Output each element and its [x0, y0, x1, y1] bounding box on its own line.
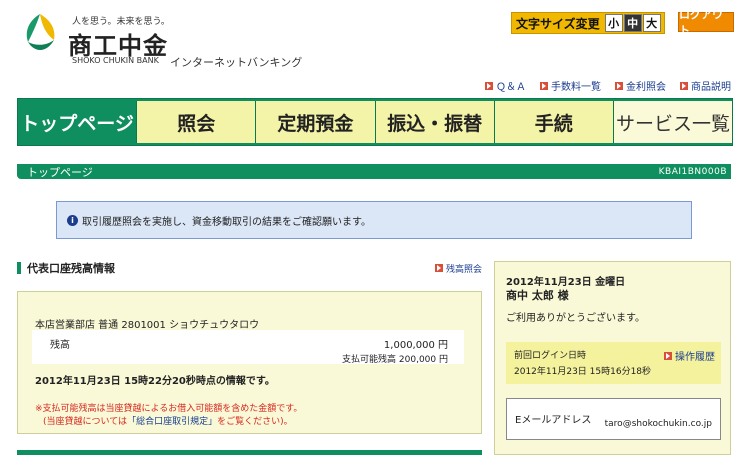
nav-tab-inquiry[interactable]: 照会 — [136, 101, 256, 143]
operation-history-label: 操作履歴 — [675, 352, 715, 363]
nav-tab-services[interactable]: サービス一覧 — [612, 101, 733, 143]
user-name: 商中 太郎 様 — [506, 289, 569, 302]
font-size-label: 文字サイズ変更 — [516, 16, 600, 31]
util-link-label: 手数料一覧 — [551, 82, 601, 93]
available-balance: 支払可能残高 200,000 円 — [342, 352, 448, 365]
account-balance-panel: 本店営業部店 普通 2801001 ショウチュウタロウ 残高 1,000,000… — [17, 291, 482, 434]
current-date: 2012年11月23日 金曜日 — [506, 277, 626, 288]
util-link-label: Ｑ＆Ａ — [496, 82, 526, 93]
account-section-header: 代表口座残高情報 残高照会 — [17, 259, 482, 277]
available-label: 支払可能残高 — [342, 355, 397, 365]
global-nav: トップページ 照会 定期預金 振込・振替 手続 サービス一覧 — [17, 98, 733, 146]
section-title: 代表口座残高情報 — [17, 260, 115, 276]
logo-mark-icon — [26, 14, 55, 50]
screen-id: KBAI1BN000B — [658, 166, 727, 177]
font-size-control: 文字サイズ変更 小 中 大 — [511, 12, 665, 34]
service-name: インターネットバンキング — [170, 56, 303, 69]
bank-logo: 人を思う。未来を思う。 商工中金 SHOKO CHUKIN BANK インターネ… — [20, 10, 320, 70]
bank-name-en: SHOKO CHUKIN BANK — [72, 56, 159, 65]
email-label: Eメールアドレス — [515, 415, 592, 426]
font-size-small-button[interactable]: 小 — [604, 14, 623, 32]
balance-box: 残高 1,000,000 円 支払可能残高 200,000 円 — [32, 330, 464, 365]
font-size-large-button[interactable]: 大 — [642, 14, 661, 32]
util-link-rates[interactable]: 金利照会 — [615, 78, 666, 93]
font-size-medium-button[interactable]: 中 — [623, 14, 642, 32]
last-login-value: 2012年11月23日 15時16分18秒 — [514, 367, 652, 377]
arrow-icon — [434, 264, 443, 272]
available-balance-note: ※支払可能残高は当座貸越によるお借入可能額を含めた金額です。 — [35, 404, 303, 414]
welcome-message: ご利用ありがとうございます。 — [506, 313, 645, 324]
arrow-icon — [540, 81, 548, 90]
arrow-icon — [485, 81, 493, 90]
email-box: Eメールアドレス taro@shokochukin.co.jp — [506, 398, 721, 440]
page-title: トップページ — [27, 165, 93, 179]
info-message-box: i 取引履歴照会を実施し、資金移動取引の結果をご確認願います。 — [56, 201, 692, 239]
operation-history-link[interactable]: 操作履歴 — [664, 348, 715, 363]
overdraft-note: (当座貸越については「総合口座取引規定」をご覧ください)。 — [43, 414, 293, 427]
util-link-label: 金利照会 — [626, 82, 666, 93]
util-link-qa[interactable]: Ｑ＆Ａ — [485, 78, 526, 93]
overdraft-note-suffix: をご覧ください)。 — [217, 417, 293, 427]
balance-value: 1,000,000 円 — [383, 340, 448, 351]
nav-tab-transfer[interactable]: 振込・振替 — [374, 101, 494, 143]
user-info-panel: 2012年11月23日 金曜日 商中 太郎 様 ご利用ありがとうございます。 前… — [494, 261, 731, 455]
page-title-bar: トップページ KBAI1BN000B — [17, 164, 731, 179]
balance-inquiry-link[interactable]: 残高照会 — [434, 262, 482, 275]
utility-nav: Ｑ＆Ａ 手数料一覧 金利照会 商品説明 — [485, 78, 731, 93]
arrow-icon — [664, 351, 672, 360]
available-value: 200,000 円 — [398, 355, 448, 365]
email-value: taro@shokochukin.co.jp — [604, 419, 712, 429]
last-login-box: 前回ログイン日時 操作履歴 2012年11月23日 15時16分18秒 — [506, 342, 721, 384]
last-login-label: 前回ログイン日時 — [514, 351, 587, 361]
util-link-products[interactable]: 商品説明 — [680, 78, 731, 93]
as-of-timestamp: 2012年11月23日 15時22分20秒時点の情報です。 — [35, 376, 275, 387]
section-bottom-bar — [17, 450, 482, 455]
nav-tab-procedures[interactable]: 手続 — [493, 101, 613, 143]
util-link-fees[interactable]: 手数料一覧 — [540, 78, 601, 93]
account-info: 本店営業部店 普通 2801001 ショウチュウタロウ — [35, 320, 260, 331]
nav-tab-time-deposit[interactable]: 定期預金 — [255, 101, 375, 143]
info-message: 取引履歴照会を実施し、資金移動取引の結果をご確認願います。 — [82, 216, 371, 228]
balance-label: 残高 — [50, 340, 70, 351]
balance-inquiry-label: 残高照会 — [445, 264, 482, 275]
logout-button[interactable]: ログアウト — [678, 8, 734, 37]
arrow-icon — [615, 81, 623, 90]
nav-tab-top[interactable]: トップページ — [18, 99, 137, 145]
util-link-label: 商品説明 — [691, 82, 731, 93]
overdraft-note-prefix: (当座貸越については — [43, 417, 128, 427]
arrow-icon — [680, 81, 688, 90]
info-icon: i — [67, 214, 78, 226]
account-terms-link[interactable]: 「総合口座取引規定」 — [127, 417, 217, 427]
